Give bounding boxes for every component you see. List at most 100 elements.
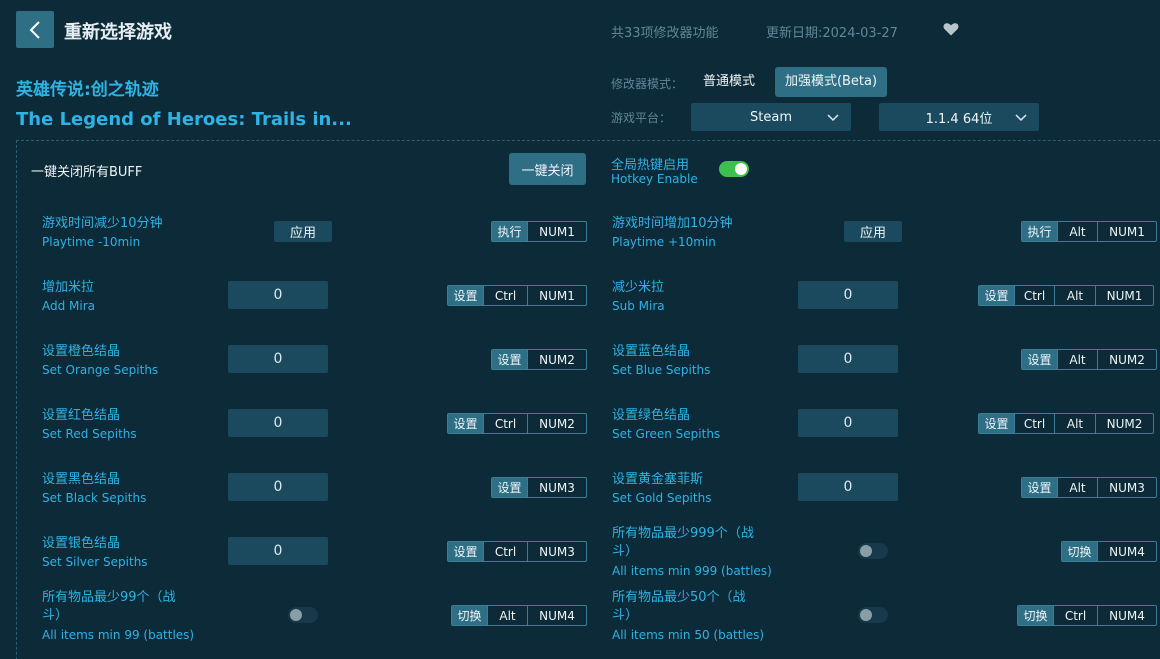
hotkey-group: 设置 Alt NUM3 — [1021, 477, 1157, 498]
hotkey-group: 设置 Ctrl NUM3 — [447, 541, 587, 562]
feature-label-cn: 设置橙色结晶 — [42, 344, 121, 359]
toggle-knob — [735, 163, 747, 175]
feature-label-cn: 游戏时间增加10分钟 — [612, 216, 733, 231]
hotkey-action[interactable]: 设置 — [448, 542, 483, 561]
feature-toggle[interactable] — [858, 543, 888, 559]
back-button[interactable] — [16, 11, 54, 48]
mode-normal-button[interactable]: 普通模式 — [691, 67, 767, 97]
feature-label-en: All items min 999 (battles) — [612, 564, 772, 578]
hotkey-action[interactable]: 设置 — [492, 350, 527, 369]
hotkey-key: NUM2 — [527, 414, 586, 433]
hotkey-action[interactable]: 设置 — [1022, 350, 1057, 369]
value-input[interactable]: 0 — [228, 537, 328, 565]
feature-label-en: Set Orange Sepiths — [42, 363, 159, 377]
hotkey-key: Alt — [1054, 414, 1095, 433]
feature-label-en: Playtime +10min — [612, 235, 716, 249]
hotkey-key: NUM4 — [527, 606, 586, 625]
platform-label: 游戏平台： — [611, 111, 672, 125]
feature-label-en: Set Green Sepiths — [612, 427, 721, 441]
feature-label-cn: 游戏时间减少10分钟 — [42, 216, 163, 231]
hotkey-group: 设置 Ctrl Alt NUM2 — [978, 413, 1154, 434]
platform-value: Steam — [750, 109, 792, 125]
hotkey-group: 设置 Ctrl NUM1 — [447, 285, 587, 306]
hotkey-action[interactable]: 切换 — [1062, 542, 1097, 561]
page-title: 重新选择游戏 — [64, 22, 172, 43]
hotkey-key: NUM2 — [527, 350, 586, 369]
chevron-left-icon — [29, 20, 40, 39]
hotkey-toggle[interactable] — [719, 161, 749, 177]
feature-label-cn: 所有物品最少99个（战 — [42, 590, 176, 605]
feature-toggle[interactable] — [288, 607, 318, 623]
hotkey-action[interactable]: 设置 — [448, 286, 483, 305]
hotkey-key: Alt — [487, 606, 527, 625]
feature-label-cn: 所有物品最少999个（战 — [612, 526, 754, 541]
hotkey-action[interactable]: 设置 — [979, 286, 1014, 305]
hotkey-key: NUM2 — [1097, 350, 1156, 369]
hotkey-action[interactable]: 切换 — [1018, 606, 1053, 625]
mode-label: 修改器模式： — [611, 77, 684, 91]
feature-label-cn: 设置绿色结晶 — [612, 408, 691, 423]
version-dropdown[interactable]: 1.1.4 64位 — [879, 103, 1039, 131]
feature-label-en: All items min 99 (battles) — [42, 628, 195, 642]
apply-button[interactable]: 应用 — [274, 221, 332, 242]
hotkey-group: 切换 Alt NUM4 — [451, 605, 587, 626]
hotkey-key: Ctrl — [483, 286, 527, 305]
feature-label-en: Add Mira — [42, 299, 96, 313]
feature-label-en: Set Gold Sepiths — [612, 491, 712, 505]
feature-label-en: Set Black Sepiths — [42, 491, 147, 505]
feature-label-cn-cont: 斗） — [42, 608, 69, 623]
hotkey-action[interactable]: 执行 — [492, 222, 527, 241]
hotkey-key: NUM2 — [1095, 414, 1153, 433]
toggle-knob — [290, 609, 302, 621]
hotkey-action[interactable]: 切换 — [452, 606, 487, 625]
version-value: 1.1.4 64位 — [925, 111, 993, 127]
game-title-cn: 英雄传说:创之轨迹 — [16, 80, 159, 100]
value-input[interactable]: 0 — [228, 409, 328, 437]
hotkey-key: NUM3 — [527, 478, 586, 497]
hotkey-key: Ctrl — [483, 542, 527, 561]
hotkey-key: Alt — [1057, 222, 1097, 241]
heart-icon[interactable] — [942, 20, 960, 38]
hotkey-action[interactable]: 设置 — [492, 478, 527, 497]
hotkey-key: NUM1 — [527, 222, 586, 241]
value-input[interactable]: 0 — [798, 409, 898, 437]
close-all-button[interactable]: 一键关闭 — [509, 153, 586, 185]
feature-label-en: Set Red Sepiths — [42, 427, 137, 441]
value-input[interactable]: 0 — [228, 473, 328, 501]
value-input[interactable]: 0 — [798, 473, 898, 501]
feature-label-cn: 设置黑色结晶 — [42, 472, 121, 487]
hotkey-key: NUM3 — [527, 542, 586, 561]
feature-toggle[interactable] — [858, 607, 888, 623]
hotkey-action[interactable]: 设置 — [1022, 478, 1057, 497]
hotkey-key: NUM1 — [1095, 286, 1153, 305]
feature-label-en: Sub Mira — [612, 299, 665, 313]
toggle-knob — [860, 609, 872, 621]
feature-label-cn-cont: 斗） — [612, 544, 639, 559]
feature-label-cn: 设置蓝色结晶 — [612, 344, 691, 359]
hotkey-action[interactable]: 设置 — [979, 414, 1014, 433]
hotkey-key: NUM1 — [1097, 222, 1156, 241]
hotkey-key: NUM4 — [1097, 606, 1156, 625]
hotkey-key: Ctrl — [1014, 414, 1054, 433]
value-input[interactable]: 0 — [798, 281, 898, 309]
mode-enhanced-button[interactable]: 加强模式(Beta) — [775, 67, 887, 97]
feature-count: 共33项修改器功能 — [611, 26, 719, 41]
value-input[interactable]: 0 — [228, 281, 328, 309]
hotkey-action[interactable]: 执行 — [1022, 222, 1057, 241]
game-title-en: The Legend of Heroes: Trails in... — [16, 109, 352, 130]
hotkey-label-cn: 全局热键启用 — [611, 158, 690, 173]
toggle-knob — [860, 545, 872, 557]
update-date: 更新日期:2024-03-27 — [766, 26, 898, 41]
platform-dropdown[interactable]: Steam — [691, 103, 851, 131]
hotkey-group: 设置 NUM3 — [491, 477, 587, 498]
value-input[interactable]: 0 — [798, 345, 898, 373]
apply-button[interactable]: 应用 — [844, 221, 902, 242]
hotkey-key: Ctrl — [483, 414, 527, 433]
value-input[interactable]: 0 — [228, 345, 328, 373]
feature-label-cn: 所有物品最少50个（战 — [612, 590, 746, 605]
hotkey-group: 设置 NUM2 — [491, 349, 587, 370]
chevron-down-icon — [1015, 114, 1027, 122]
hotkey-group: 设置 Ctrl NUM2 — [447, 413, 587, 434]
hotkey-action[interactable]: 设置 — [448, 414, 483, 433]
feature-label-cn: 减少米拉 — [612, 280, 665, 295]
